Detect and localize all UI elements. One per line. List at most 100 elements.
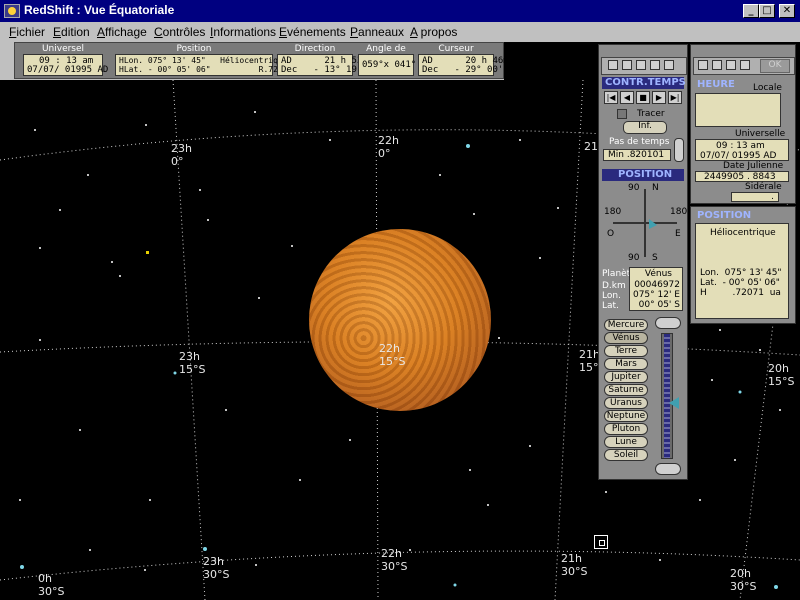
planet-latitude: 00° 05' S	[638, 300, 680, 310]
grid-label-23h-15s: 23h 15°S	[179, 350, 206, 376]
west-deg-label: 180	[604, 207, 622, 217]
pin-icon[interactable]	[712, 60, 722, 70]
sidereal-label: Sidérale	[745, 182, 782, 192]
menu-fichier[interactable]: Fichier	[9, 25, 45, 39]
east-deg-label: 180	[670, 207, 688, 217]
title-bar: RedShift : Vue Équatoriale _ □ ✕	[0, 0, 800, 22]
universal-time: 09 : 13 am	[716, 141, 765, 151]
menu-informations[interactable]: Informations	[210, 25, 276, 39]
time-stop-button[interactable]: ■	[636, 91, 650, 104]
south-label: S	[652, 253, 658, 263]
menu-edition[interactable]: Edition	[53, 25, 90, 39]
angle-value: 059°x 041°	[362, 60, 417, 70]
time-panel-title: CONTR.TEMPS	[605, 77, 686, 88]
planet-button-jupiter[interactable]: Jupiter	[604, 371, 648, 383]
direction-display: AD 21 h 53m Dec - 13° 19'	[277, 54, 368, 76]
north-label: N	[652, 183, 659, 193]
zoom-up-button[interactable]	[655, 317, 681, 329]
planet-button-saturne[interactable]: Saturne	[604, 384, 648, 396]
universel-date: 07/07/ 01995 AD	[27, 65, 109, 75]
zoom-thumb-icon[interactable]	[669, 397, 679, 409]
planet-info-display: Vénus 00046972 075° 12' E 00° 05' S	[629, 267, 683, 311]
planet-button-terre[interactable]: Terre	[604, 345, 648, 357]
locale-label: Locale	[753, 83, 782, 93]
window-title: RedShift : Vue Équatoriale	[24, 3, 175, 17]
ok-button[interactable]: OK	[760, 59, 790, 73]
east-label: E	[675, 229, 681, 239]
menu-panneaux[interactable]: Panneaux	[350, 25, 404, 39]
helio-position-panel: POSITION Héliocentrique Lon. 075° 13' 45…	[690, 206, 796, 324]
magnifier-icon[interactable]	[740, 60, 750, 70]
time-step-spinner[interactable]	[674, 138, 684, 162]
close-button[interactable]: ✕	[779, 4, 795, 18]
clock-mode-icon[interactable]	[608, 60, 618, 70]
menu-bar: Fichier Edition Affichage Contrôles Info…	[0, 22, 800, 42]
helio-mode: Héliocentrique	[710, 228, 776, 238]
view-mode-icon[interactable]	[664, 60, 674, 70]
heure-title: HEURE	[697, 79, 735, 90]
app-icon[interactable]	[4, 4, 20, 18]
yellow-object	[146, 251, 149, 254]
maximize-button[interactable]: □	[759, 4, 775, 18]
planet-name: Vénus	[644, 269, 672, 279]
curseur-dec: Dec - 29° 00'	[422, 65, 504, 75]
curseur-title: Curseur	[438, 44, 474, 54]
planet-button-neptune[interactable]: Neptune	[604, 410, 648, 422]
time-rewind-button[interactable]: |◀	[604, 91, 618, 104]
north-deg-label: 90	[628, 183, 640, 193]
grid-label-0h-30s: 0h 30°S	[38, 572, 65, 598]
tracer-checkbox[interactable]	[617, 109, 627, 119]
lon-field-label: Lon.	[602, 291, 621, 301]
time-icon[interactable]	[698, 60, 708, 70]
planet-button-venus[interactable]: Vénus	[604, 332, 648, 344]
position-panel-header: POSITION	[602, 169, 684, 181]
menu-a-propos[interactable]: A propos	[410, 25, 457, 39]
planet-button-mercure[interactable]: Mercure	[604, 319, 648, 331]
time-info-panel: OK HEURE Locale Universelle 09 : 13 am 0…	[690, 44, 796, 204]
infinite-button[interactable]: Inf.	[623, 121, 667, 134]
time-forward-button[interactable]: ▶|	[668, 91, 682, 104]
menu-affichage[interactable]: Affichage	[97, 25, 147, 39]
venus-planet[interactable]	[309, 229, 491, 411]
grid-label-23h-30s: 23h 30°S	[203, 555, 230, 581]
planet-button-lune[interactable]: Lune	[604, 436, 648, 448]
helio-position-title: POSITION	[697, 210, 752, 221]
grid-label-21h-0: 21	[584, 140, 598, 153]
pointer-icon[interactable]	[726, 60, 736, 70]
menu-controles[interactable]: Contrôles	[154, 25, 205, 39]
zoom-down-button[interactable]	[655, 463, 681, 475]
helio-position-display: Héliocentrique Lon. 075° 13' 45" Lat. - …	[695, 223, 789, 319]
zoom-track	[664, 334, 670, 458]
planet-button-uranus[interactable]: Uranus	[604, 397, 648, 409]
lat-field-label: Lat.	[602, 301, 619, 311]
angle-display: 059°x 041°	[358, 54, 417, 76]
menu-evenements[interactable]: Evénements	[279, 25, 346, 39]
time-step-label: Pas de temps	[609, 137, 670, 147]
time-back-button[interactable]: ◀	[620, 91, 634, 104]
cursor-target-icon	[594, 535, 608, 549]
grid-label-21h-15s: 21h 15°	[579, 348, 600, 374]
universel-title: Universel	[41, 44, 85, 54]
time-panel-header: CONTR.TEMPS	[602, 77, 686, 89]
planet-button-soleil[interactable]: Soleil	[604, 449, 648, 461]
time-play-button[interactable]: ▶	[652, 91, 666, 104]
sidereal-value: .	[771, 192, 774, 202]
direction-dec: Dec - 13° 19'	[281, 65, 363, 75]
minimize-button[interactable]: _	[743, 4, 759, 18]
planet-longitude: 075° 12' E	[632, 290, 680, 300]
zoom-slider[interactable]	[661, 333, 673, 459]
position-panel-title: POSITION	[618, 169, 673, 180]
mode-icon-bar	[601, 57, 687, 75]
position-mode-icon[interactable]	[622, 60, 632, 70]
info-icon-bar: OK	[693, 57, 795, 75]
universal-time-display: 09 : 13 am 07/07/ 01995 AD	[695, 139, 789, 161]
grid-label-20h-15s: 20h 15°S	[768, 362, 795, 388]
planet-button-mars[interactable]: Mars	[604, 358, 648, 370]
direction-navigator[interactable]	[603, 181, 685, 263]
planet-button-pluton[interactable]: Pluton	[604, 423, 648, 435]
filter-mode-icon[interactable]	[636, 60, 646, 70]
direction-title: Direction	[294, 44, 336, 54]
grid-mode-icon[interactable]	[650, 60, 660, 70]
grid-label-22h-30s: 22h 30°S	[381, 547, 408, 573]
grid-label-20h-30s: 20h 30°S	[730, 567, 757, 593]
